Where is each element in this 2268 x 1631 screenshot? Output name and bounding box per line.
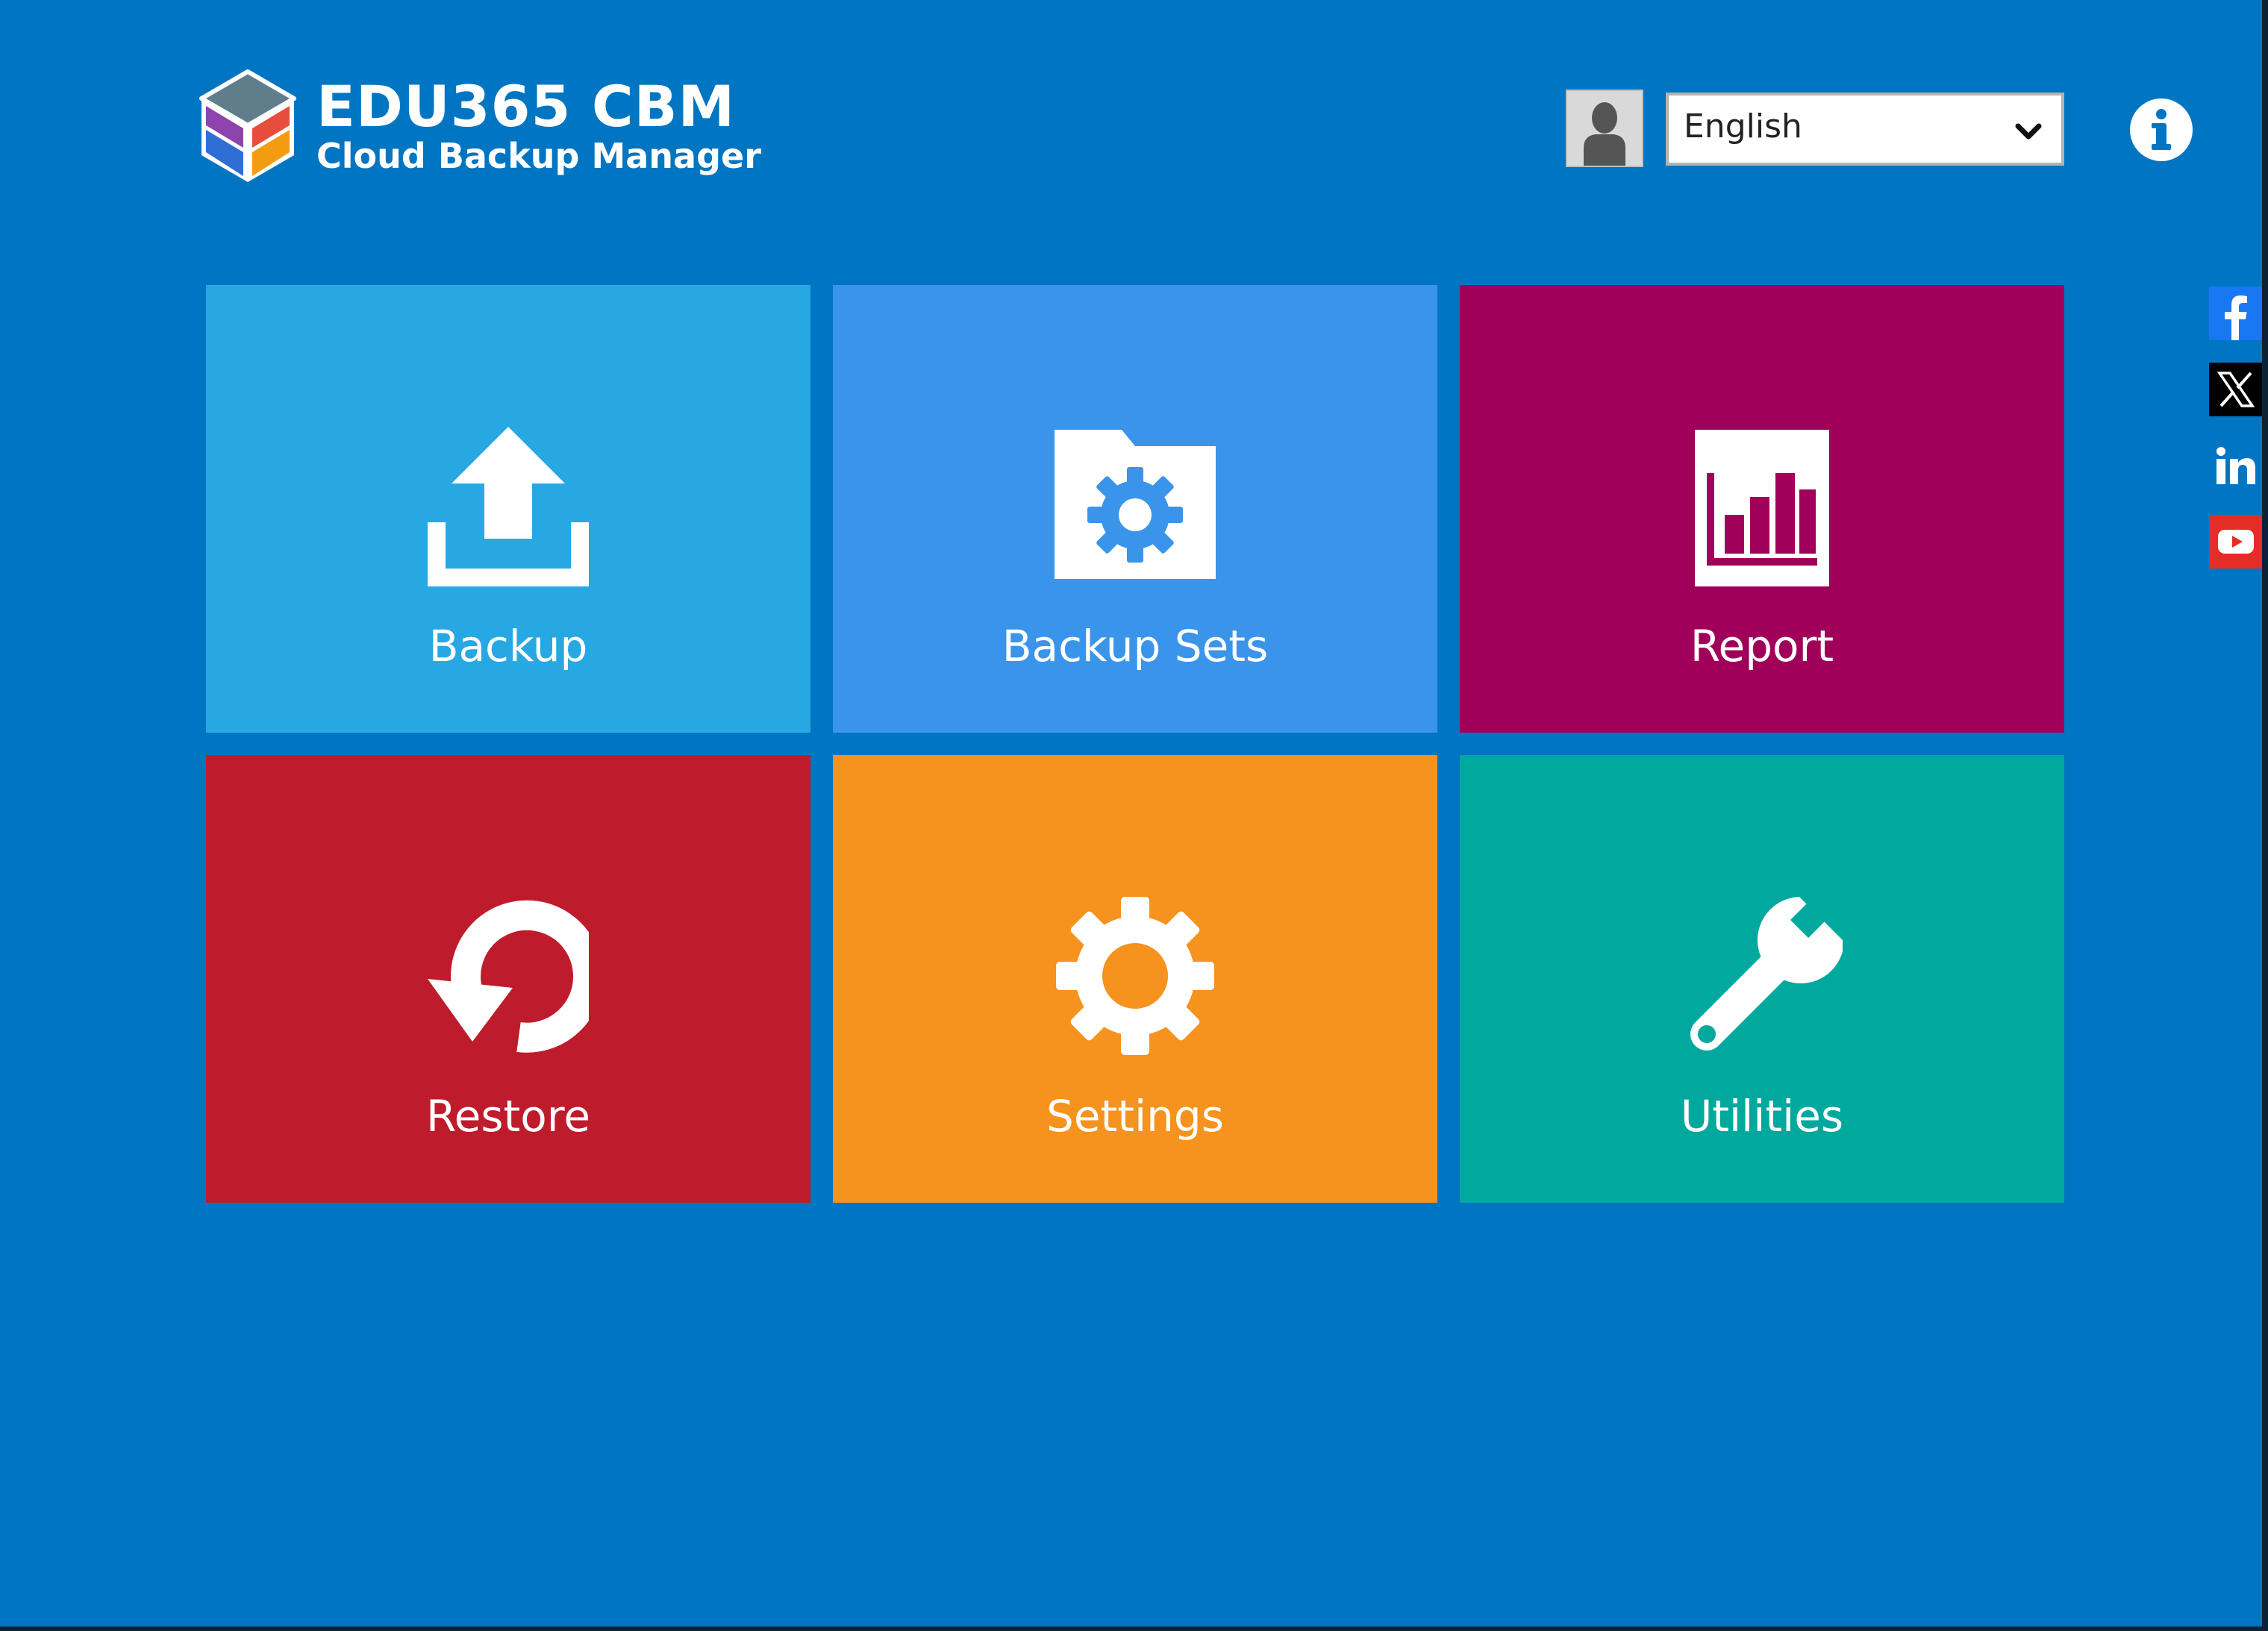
backup-sets-tile[interactable]: Backup Sets <box>833 285 1437 733</box>
settings-tile[interactable]: Settings <box>833 755 1437 1203</box>
user-silhouette-icon <box>1584 102 1625 166</box>
youtube-icon <box>2209 515 2263 569</box>
backup-tile[interactable]: Backup <box>206 285 810 733</box>
utilities-tile[interactable]: Utilities <box>1460 755 2064 1203</box>
brand-title: EDU365 CBM <box>316 73 736 140</box>
bar-chart-icon <box>1695 430 1829 586</box>
window-edge-bottom <box>0 1627 2268 1631</box>
x-twitter-link[interactable] <box>2209 363 2263 416</box>
window-edge-right <box>2262 0 2268 1631</box>
backup-tile-label: Backup <box>428 621 588 672</box>
report-tile-label: Report <box>1690 621 1834 672</box>
app-window: EDU365 CBM Cloud Backup Manager English … <box>0 0 2268 1631</box>
gear-icon <box>1056 897 1214 1055</box>
linkedin-icon <box>2209 439 2263 492</box>
youtube-link[interactable] <box>2209 515 2263 569</box>
brand-subtitle: Cloud Backup Manager <box>316 136 761 176</box>
backup-sets-tile-label: Backup Sets <box>1002 621 1269 672</box>
info-icon[interactable] <box>2128 97 2194 163</box>
wrench-icon <box>1690 895 1843 1051</box>
cube-logo-icon <box>199 69 296 182</box>
report-tile[interactable]: Report <box>1460 285 2064 733</box>
chevron-down-icon <box>2015 123 2042 140</box>
folder-gear-icon <box>1055 430 1216 579</box>
undo-arrow-icon <box>428 900 589 1053</box>
restore-tile-label: Restore <box>425 1091 591 1142</box>
restore-tile[interactable]: Restore <box>206 755 810 1203</box>
linkedin-link[interactable] <box>2209 439 2263 492</box>
user-avatar[interactable] <box>1566 90 1643 167</box>
settings-tile-label: Settings <box>1046 1091 1224 1142</box>
language-select[interactable]: English <box>1666 93 2064 166</box>
facebook-icon <box>2209 287 2263 340</box>
x-twitter-icon <box>2209 363 2263 416</box>
upload-icon <box>428 427 589 586</box>
utilities-tile-label: Utilities <box>1680 1091 1844 1142</box>
language-selected-value: English <box>1684 107 1802 145</box>
facebook-link[interactable] <box>2209 287 2263 340</box>
